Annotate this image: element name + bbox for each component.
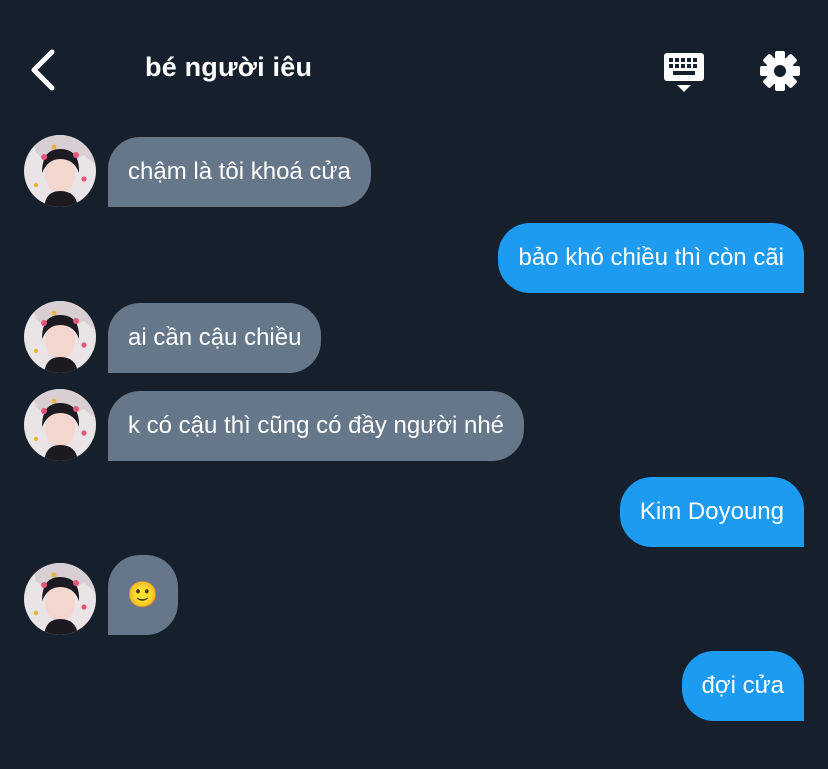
chevron-left-icon — [31, 49, 55, 91]
settings-button[interactable] — [757, 48, 803, 94]
avatar[interactable] — [24, 389, 96, 461]
message-text: Kim Doyoung — [639, 498, 784, 525]
keyboard-icon — [664, 53, 704, 92]
avatar[interactable] — [24, 563, 96, 635]
incoming-message-bubble[interactable]: chậm là tôi khoá cửa — [108, 137, 371, 207]
message-text: k có cậu thì cũng có đầy người nhé — [128, 412, 505, 439]
avatar[interactable] — [24, 301, 96, 373]
avatar-photo — [24, 563, 96, 635]
avatar[interactable] — [24, 135, 96, 207]
outgoing-message-bubble[interactable]: đợi cửa — [681, 651, 804, 721]
avatar-photo — [24, 389, 96, 461]
message-text: đợi cửa — [701, 672, 785, 699]
slightly-smiling-emoji: 🙂 — [127, 580, 159, 609]
chat-header: bé người iêu — [0, 0, 828, 130]
message-text: bảo khó chiều thì còn cãi — [518, 244, 784, 271]
outgoing-message-bubble[interactable]: Kim Doyoung — [619, 477, 804, 547]
avatar-photo — [24, 301, 96, 373]
message-text: chậm là tôi khoá cửa — [128, 158, 351, 185]
chat-title: bé người iêu — [145, 52, 313, 82]
gear-icon — [760, 51, 800, 91]
outgoing-message-bubble[interactable]: bảo khó chiều thì còn cãi — [498, 223, 804, 293]
avatar-photo — [24, 135, 96, 207]
incoming-message-bubble[interactable]: ai cần cậu chiều — [108, 303, 322, 373]
incoming-message-bubble[interactable]: 🙂 — [108, 555, 178, 635]
incoming-message-bubble[interactable]: k có cậu thì cũng có đầy người nhé — [108, 391, 525, 461]
message-text: ai cần cậu chiều — [128, 324, 302, 351]
keyboard-button[interactable] — [660, 50, 708, 96]
back-button[interactable] — [22, 46, 66, 94]
